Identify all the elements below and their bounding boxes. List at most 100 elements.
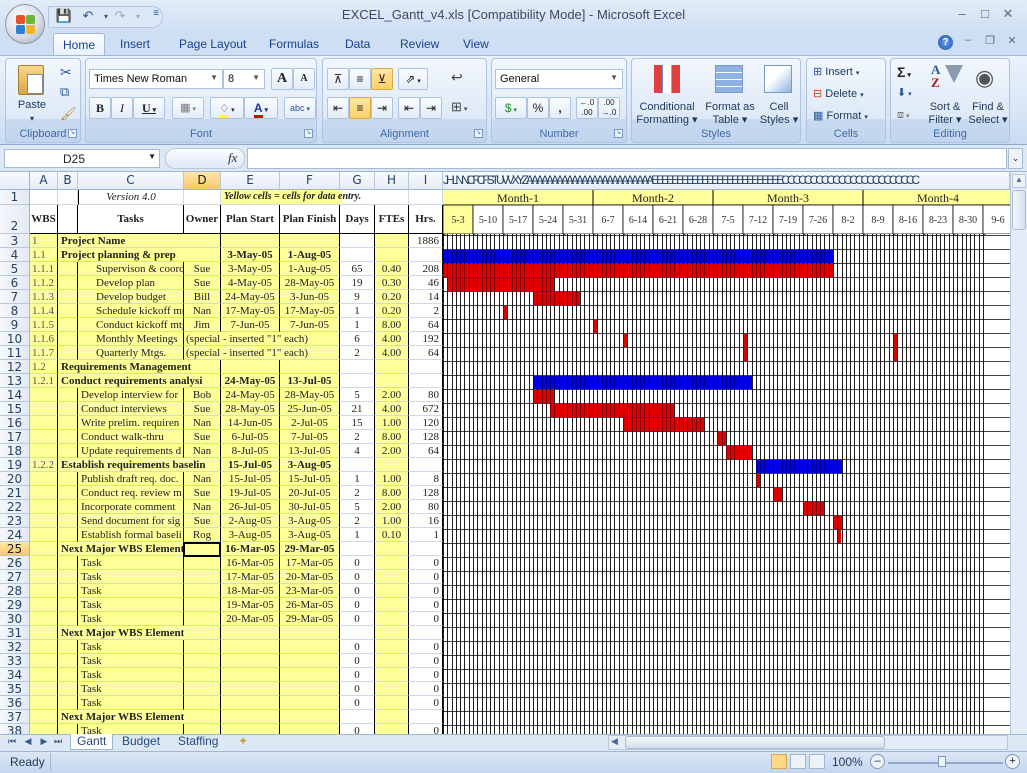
hrs-cell[interactable] <box>409 626 443 640</box>
hrs-cell[interactable]: 0 <box>409 556 443 570</box>
days-cell[interactable]: 1 <box>340 304 375 318</box>
plan-start-cell[interactable] <box>221 682 280 696</box>
column-title-e[interactable]: Plan Start <box>221 205 280 234</box>
ftes-cell[interactable]: 0.40 <box>375 262 409 276</box>
row-header-31[interactable]: 31 <box>0 626 30 640</box>
tab-page-layout[interactable]: Page Layout <box>170 33 255 55</box>
row-header-17[interactable]: 17 <box>0 430 30 444</box>
hrs-cell[interactable]: 16 <box>409 514 443 528</box>
plan-finish-cell[interactable]: 28-May-05 <box>280 276 340 290</box>
column-header-g[interactable]: G <box>340 172 375 190</box>
format-painter-icon[interactable]: 🖌 <box>60 106 77 122</box>
paste-button[interactable]: Paste <box>14 99 50 112</box>
wbs-cell[interactable] <box>30 654 58 668</box>
hrs-cell[interactable] <box>409 542 443 556</box>
plan-start-cell[interactable]: 24-May-05 <box>221 290 280 304</box>
task-name-cell[interactable]: Conduct interviews <box>78 402 184 416</box>
days-cell[interactable]: 21 <box>340 402 375 416</box>
cell-a1[interactable] <box>30 190 58 205</box>
days-cell[interactable]: 5 <box>340 388 375 402</box>
task-name-cell[interactable]: Monthly Meetings <box>78 332 184 346</box>
days-cell[interactable]: 65 <box>340 262 375 276</box>
wbs-cell[interactable] <box>30 556 58 570</box>
column-title-g[interactable]: Days <box>340 205 375 234</box>
days-cell[interactable] <box>340 248 375 262</box>
number-format-select[interactable]: General ▼ <box>495 69 623 89</box>
row-header-18[interactable]: 18 <box>0 444 30 458</box>
row-header-7[interactable]: 7 <box>0 290 30 304</box>
ftes-cell[interactable]: 1.00 <box>375 514 409 528</box>
formula-input[interactable] <box>247 148 1007 169</box>
plan-start-cell[interactable] <box>221 668 280 682</box>
plan-finish-cell[interactable]: 3-Aug-05 <box>280 458 340 472</box>
indent-cell[interactable] <box>58 388 78 402</box>
tab-insert[interactable]: Insert <box>111 33 159 55</box>
owner-cell[interactable] <box>184 556 221 570</box>
comma-style-button[interactable]: , <box>549 97 571 119</box>
plan-finish-cell[interactable] <box>280 696 340 710</box>
plan-finish-cell[interactable]: 25-Jun-05 <box>280 402 340 416</box>
plan-finish-cell[interactable] <box>280 654 340 668</box>
align-center-button[interactable]: ≡ <box>349 97 371 119</box>
workbook-close-icon[interactable]: ✕ <box>1000 34 1024 47</box>
plan-finish-cell[interactable]: 3-Aug-05 <box>280 528 340 542</box>
column-header-h[interactable]: H <box>375 172 409 190</box>
column-header-e[interactable]: E <box>221 172 280 190</box>
plan-start-cell[interactable] <box>221 234 280 248</box>
row-header-28[interactable]: 28 <box>0 584 30 598</box>
hrs-cell[interactable]: 1886 <box>409 234 443 248</box>
row-header-9[interactable]: 9 <box>0 318 30 332</box>
wbs-cell[interactable]: 1.1.2 <box>30 276 58 290</box>
wbs-cell[interactable] <box>30 710 58 724</box>
column-header-a[interactable]: A <box>30 172 58 190</box>
special-note-cell[interactable]: (special - inserted "1" each) <box>184 346 340 360</box>
increase-decimal-button[interactable]: ←.0.00 <box>576 97 598 119</box>
hrs-cell[interactable]: 1 <box>409 528 443 542</box>
indent-cell[interactable] <box>58 304 78 318</box>
days-cell[interactable]: 6 <box>340 332 375 346</box>
days-cell[interactable]: 0 <box>340 654 375 668</box>
days-cell[interactable]: 0 <box>340 696 375 710</box>
plan-start-cell[interactable] <box>221 654 280 668</box>
plan-start-cell[interactable]: 19-Mar-05 <box>221 598 280 612</box>
zoom-level[interactable]: 100% <box>832 755 863 769</box>
prev-sheet-icon[interactable]: ◀ <box>22 736 34 747</box>
column-title-c[interactable]: Tasks <box>78 205 184 234</box>
zoom-in-icon[interactable]: + <box>1005 754 1020 769</box>
page-break-view-icon[interactable] <box>809 754 825 769</box>
owner-cell[interactable] <box>184 570 221 584</box>
days-cell[interactable]: 0 <box>340 570 375 584</box>
name-box[interactable]: D25 ▼ <box>4 149 160 168</box>
wbs-cell[interactable] <box>30 598 58 612</box>
plan-start-cell[interactable] <box>221 696 280 710</box>
wbs-cell[interactable] <box>30 444 58 458</box>
font-color-button[interactable]: A ▾ <box>244 97 278 119</box>
plan-finish-cell[interactable]: 26-Mar-05 <box>280 598 340 612</box>
days-cell[interactable] <box>340 710 375 724</box>
plan-finish-cell[interactable] <box>280 668 340 682</box>
conditional-formatting-button[interactable]: Conditional Formatting ▾ <box>632 101 702 127</box>
wbs-cell[interactable] <box>30 472 58 486</box>
scroll-up-icon[interactable]: ▲ <box>1012 174 1026 188</box>
plan-start-cell[interactable]: 15-Jul-05 <box>221 472 280 486</box>
hrs-cell[interactable]: 2 <box>409 304 443 318</box>
phonetic-button[interactable]: abc ▾ <box>284 97 316 119</box>
wbs-cell[interactable] <box>30 640 58 654</box>
hrs-cell[interactable]: 80 <box>409 500 443 514</box>
row-header-15[interactable]: 15 <box>0 402 30 416</box>
fill-button[interactable]: ⬇ ▾ <box>897 86 912 99</box>
wbs-cell[interactable]: 1.1.7 <box>30 346 58 360</box>
owner-cell[interactable] <box>184 640 221 654</box>
plan-finish-cell[interactable]: 7-Jul-05 <box>280 430 340 444</box>
indent-cell[interactable] <box>58 416 78 430</box>
plan-start-cell[interactable]: 17-Mar-05 <box>221 570 280 584</box>
hrs-cell[interactable]: 672 <box>409 402 443 416</box>
ftes-cell[interactable]: 4.00 <box>375 402 409 416</box>
tab-formulas[interactable]: Formulas <box>260 33 328 55</box>
plan-finish-cell[interactable] <box>280 682 340 696</box>
row-header-33[interactable]: 33 <box>0 654 30 668</box>
ftes-cell[interactable]: 8.00 <box>375 318 409 332</box>
merge-center-icon[interactable]: ⊞ ▾ <box>451 99 467 115</box>
indent-cell[interactable] <box>58 584 78 598</box>
wbs-cell[interactable]: 1.1 <box>30 248 58 262</box>
